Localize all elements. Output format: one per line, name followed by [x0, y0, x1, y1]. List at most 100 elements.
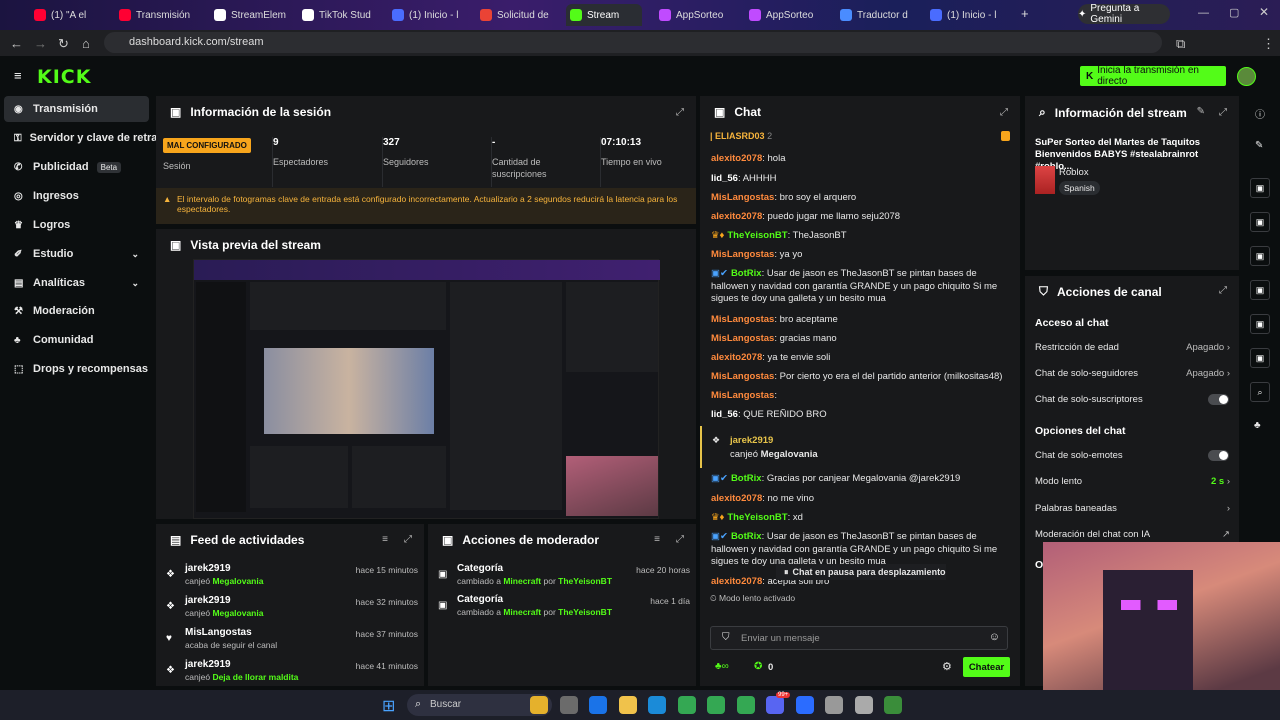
feed-user[interactable]: jarek2919: [185, 563, 231, 574]
sidebar-item-5[interactable]: ✐ Estudio ⌄: [4, 241, 149, 267]
chrome-icon[interactable]: [707, 696, 725, 714]
expand-icon[interactable]: ⤢: [1000, 107, 1008, 118]
info-icon[interactable]: ⓘ: [1255, 106, 1265, 121]
rail-chat-button[interactable]: ▣: [1250, 280, 1270, 300]
chat-username[interactable]: lid_56: [711, 173, 738, 184]
sidebar-item-6[interactable]: ▤ Analíticas ⌄: [4, 270, 149, 296]
chat-input[interactable]: ⛉ Enviar un mensaje ☺: [710, 626, 1008, 650]
mod-user[interactable]: TheYeisonBT: [558, 576, 612, 586]
browser-tab[interactable]: AppSorteo: [655, 4, 733, 26]
gemini-button[interactable]: ✦ Pregunta a Gemini: [1078, 3, 1170, 25]
banned-words-row[interactable]: Palabras baneadas ›: [1035, 503, 1230, 514]
extensions-icon[interactable]: ⧉: [1176, 36, 1185, 52]
chat-username[interactable]: MisLangostas: [711, 192, 774, 203]
new-tab-icon[interactable]: +: [1021, 6, 1029, 21]
sidebar-item-3[interactable]: ◎ Ingresos: [4, 183, 149, 209]
chat-username[interactable]: TheYeisonBT: [727, 230, 787, 241]
sidebar-item-0[interactable]: ◉ Transmisión: [4, 96, 149, 122]
discord-icon[interactable]: [766, 696, 784, 714]
slow-mode-row[interactable]: Modo lento 2 s ›: [1035, 476, 1230, 487]
app-icon[interactable]: [795, 696, 814, 714]
feed-user[interactable]: jarek2919: [185, 595, 231, 606]
sidebar-item-4[interactable]: ♛ Logros: [4, 212, 149, 238]
subs-only-toggle[interactable]: [1208, 394, 1229, 405]
emotes-only-toggle[interactable]: [1208, 450, 1229, 461]
browser-tab[interactable]: StreamElem: [210, 4, 290, 26]
go-live-button[interactable]: K Inicia la transmisión en directo: [1080, 65, 1226, 87]
chat-username[interactable]: lid_56: [711, 409, 738, 420]
browser-tab[interactable]: Stream: [566, 4, 642, 26]
chat-username[interactable]: alexito2078: [711, 352, 762, 363]
chat-users-icon[interactable]: ♣∞: [715, 661, 729, 672]
chat-username[interactable]: MisLangostas: [711, 249, 774, 260]
chat-settings-icon[interactable]: ⚙: [942, 660, 952, 673]
browser-tab[interactable]: Transmisión: [115, 4, 197, 26]
redeem-user[interactable]: jarek2919: [730, 435, 773, 446]
expand-icon[interactable]: ⤢: [1219, 107, 1227, 118]
chat-username[interactable]: TheYeisonBT: [727, 512, 787, 523]
send-chat-button[interactable]: Chatear: [963, 657, 1010, 677]
category-name[interactable]: Roblox: [1059, 167, 1089, 178]
rail-session-button[interactable]: ▣: [1250, 212, 1270, 232]
filter-icon[interactable]: ≡: [382, 534, 388, 545]
edge-icon[interactable]: [648, 696, 666, 714]
maximize-icon[interactable]: ▢: [1229, 6, 1239, 19]
kick-logo[interactable]: KICK: [37, 66, 91, 88]
minimize-icon[interactable]: —: [1198, 7, 1209, 19]
chat-paused-banner[interactable]: ⏸ Chat en pausa para desplazamiento: [776, 564, 946, 580]
close-icon[interactable]: ✕: [1259, 5, 1269, 19]
expand-icon[interactable]: ⤢: [676, 107, 684, 118]
home-icon[interactable]: ⌂: [82, 36, 90, 51]
chat-username[interactable]: alexito2078: [711, 153, 762, 164]
browser-tab[interactable]: (1) "A el: [30, 4, 108, 26]
windows-start-icon[interactable]: ⊞: [382, 696, 395, 716]
minecraft-icon[interactable]: [884, 696, 902, 714]
sidebar-item-9[interactable]: ⬚ Drops y recompensas: [4, 356, 149, 382]
users-icon[interactable]: ♣: [1254, 420, 1261, 431]
rail-preview-button[interactable]: ▣: [1250, 178, 1270, 198]
hamburger-icon[interactable]: ≡: [14, 68, 22, 83]
chrome-icon[interactable]: [736, 696, 755, 714]
back-icon[interactable]: ←: [10, 36, 23, 51]
browser-tab[interactable]: (1) Inicio - l: [926, 4, 1006, 26]
browser-tab[interactable]: (1) Inicio - l: [388, 4, 468, 26]
chat-username[interactable]: BotRix: [731, 268, 762, 279]
chat-username[interactable]: MisLangostas: [711, 390, 774, 401]
rail-feed-button[interactable]: ▣: [1250, 246, 1270, 266]
sidebar-item-2[interactable]: ✆ Publicidad Beta: [4, 154, 149, 180]
chat-username[interactable]: MisLangostas: [711, 314, 774, 325]
chat-username[interactable]: alexito2078: [711, 211, 762, 222]
mod-user[interactable]: TheYeisonBT: [558, 607, 612, 617]
pinned-bar[interactable]: | ELIASRD03 2: [710, 131, 772, 141]
followers-only-row[interactable]: Chat de solo-seguidores Apagado ›: [1035, 368, 1230, 379]
sidebar-item-7[interactable]: ⚒ Moderación: [4, 298, 149, 324]
browser-tab[interactable]: Solicitud de: [476, 4, 556, 26]
chat-username[interactable]: MisLangostas: [711, 333, 774, 344]
age-restriction-row[interactable]: Restricción de edad Apagado ›: [1035, 342, 1230, 353]
folder-icon[interactable]: [618, 696, 637, 714]
browser-tab[interactable]: AppSorteo: [745, 4, 825, 26]
reload-icon[interactable]: ↻: [58, 36, 69, 52]
emoji-icon[interactable]: ☺: [989, 631, 1000, 643]
address-bar[interactable]: dashboard.kick.com/stream: [104, 32, 1162, 53]
chat-username[interactable]: alexito2078: [711, 576, 762, 587]
taskview-icon[interactable]: [559, 696, 578, 714]
edit-icon[interactable]: ✎: [1197, 106, 1205, 117]
rail-info-button[interactable]: ▣: [1250, 348, 1270, 368]
chat-username[interactable]: MisLangostas: [711, 371, 774, 382]
rail-mod-button[interactable]: ▣: [1250, 314, 1270, 334]
sidebar-item-8[interactable]: ♣ Comunidad: [4, 327, 149, 353]
chrome-icon[interactable]: [677, 696, 696, 714]
expand-icon[interactable]: ⤢: [404, 534, 412, 545]
expand-icon[interactable]: ⤢: [1219, 285, 1227, 296]
avatar[interactable]: [1237, 67, 1256, 86]
copilot-icon[interactable]: [530, 696, 548, 714]
app-icon[interactable]: [825, 696, 843, 714]
edit-icon[interactable]: ✎: [1255, 140, 1263, 151]
expand-icon[interactable]: ⤢: [676, 534, 684, 545]
obs-icon[interactable]: [854, 696, 873, 714]
feed-user[interactable]: MisLangostas: [185, 627, 252, 638]
ai-moderation-row[interactable]: Moderación del chat con IA ↗: [1035, 529, 1230, 540]
rail-search-button[interactable]: ⌕: [1250, 382, 1270, 402]
menu-icon[interactable]: ⋮: [1262, 36, 1275, 52]
